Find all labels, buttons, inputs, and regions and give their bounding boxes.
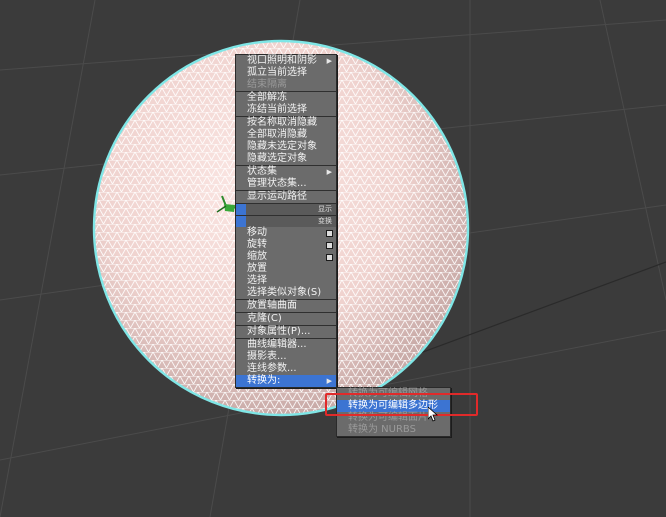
quad-label-transform: 变换 bbox=[236, 215, 336, 227]
settings-box-icon[interactable] bbox=[326, 254, 333, 261]
menu-item[interactable]: 对象属性(P)... bbox=[236, 326, 336, 338]
menu-item[interactable]: 孤立当前选择 bbox=[236, 67, 336, 79]
quad-label-text: 变换 bbox=[318, 217, 332, 225]
triangle-right-icon: ▶ bbox=[326, 57, 332, 65]
menu-item-label: 摄影表... bbox=[247, 351, 287, 362]
menu-item[interactable]: 转换为可编辑网格 bbox=[337, 388, 450, 400]
menu-item[interactable]: 显示运动路径 bbox=[236, 191, 336, 203]
menu-item[interactable]: 曲线编辑器... bbox=[236, 339, 336, 351]
menu-item[interactable]: 缩放 bbox=[236, 251, 336, 263]
menu-item-label: 转换为可编辑多边形 bbox=[348, 400, 438, 411]
menu-item-label: 孤立当前选择 bbox=[247, 67, 307, 78]
menu-item[interactable]: 结束隔离 bbox=[236, 79, 336, 91]
menu-item[interactable]: 选择 bbox=[236, 275, 336, 287]
menu-item-label: 旋转 bbox=[247, 239, 267, 250]
menu-item[interactable]: 克隆(C) bbox=[236, 313, 336, 325]
menu-item-label: 连线参数... bbox=[247, 363, 297, 374]
viewport[interactable]: 视口照明和阴影 ▶ 孤立当前选择 结束隔离全部解冻 冻结当前选择 按名称取消隐藏 全部取消隐… bbox=[0, 0, 666, 517]
settings-box-icon[interactable] bbox=[326, 230, 333, 237]
menu-item[interactable]: 按名称取消隐藏 bbox=[236, 117, 336, 129]
menu-item[interactable]: 冻结当前选择 bbox=[236, 104, 336, 116]
triangle-right-icon: ▶ bbox=[326, 377, 332, 385]
menu-item-label: 转换为 NURBS bbox=[348, 424, 416, 435]
menu-item-label: 转换为可编辑网格 bbox=[348, 388, 428, 399]
menu-item-label: 全部取消隐藏 bbox=[247, 129, 307, 140]
menu-item-label: 全部解冻 bbox=[247, 92, 287, 103]
menu-item[interactable]: 转换为 NURBS bbox=[337, 424, 450, 436]
menu-item-label: 移动 bbox=[247, 227, 267, 238]
menu-item-label: 转换为: bbox=[247, 375, 281, 386]
quad-label-display: 显示 bbox=[236, 203, 336, 215]
menu-item-label: 冻结当前选择 bbox=[247, 104, 307, 115]
menu-item[interactable]: 隐藏选定对象 bbox=[236, 153, 336, 165]
menu-item-label: 隐藏选定对象 bbox=[247, 153, 307, 164]
menu-item[interactable]: 隐藏未选定对象 bbox=[236, 141, 336, 153]
quad-menu: 视口照明和阴影 ▶ 孤立当前选择 结束隔离全部解冻 冻结当前选择 按名称取消隐藏 全部取消隐… bbox=[235, 54, 337, 388]
triangle-right-icon: ▶ bbox=[326, 168, 332, 176]
quad-tab bbox=[236, 216, 246, 227]
menu-item-label: 视口照明和阴影 bbox=[247, 55, 317, 66]
menu-item[interactable]: 转换为: ▶ bbox=[236, 375, 336, 387]
menu-item[interactable]: 摄影表... bbox=[236, 351, 336, 363]
menu-item[interactable]: 放置 bbox=[236, 263, 336, 275]
menu-item-label: 克隆(C) bbox=[247, 313, 282, 324]
menu-item-label: 隐藏未选定对象 bbox=[247, 141, 317, 152]
mouse-pointer-icon bbox=[428, 407, 438, 422]
menu-item-label: 选择 bbox=[247, 275, 267, 286]
menu-item-label: 放置轴曲面 bbox=[247, 300, 297, 311]
menu-item[interactable]: 全部解冻 bbox=[236, 92, 336, 104]
menu-item[interactable]: 放置轴曲面 bbox=[236, 300, 336, 312]
menu-item[interactable]: 连线参数... bbox=[236, 363, 336, 375]
menu-item[interactable]: 视口照明和阴影 ▶ bbox=[236, 55, 336, 67]
quad-label-text: 显示 bbox=[318, 205, 332, 213]
menu-item-label: 状态集 bbox=[247, 166, 277, 177]
menu-item-label: 曲线编辑器... bbox=[247, 339, 307, 350]
menu-item[interactable]: 管理状态集... bbox=[236, 178, 336, 190]
quad-tab bbox=[236, 204, 246, 215]
menu-item[interactable]: 选择类似对象(S) bbox=[236, 287, 336, 299]
menu-item-label: 缩放 bbox=[247, 251, 267, 262]
menu-item-label: 管理状态集... bbox=[247, 178, 307, 189]
menu-item[interactable]: 旋转 bbox=[236, 239, 336, 251]
menu-item-label: 结束隔离 bbox=[247, 79, 287, 90]
menu-item[interactable]: 状态集 ▶ bbox=[236, 166, 336, 178]
menu-item-label: 转换为可编辑面片 bbox=[348, 412, 428, 423]
menu-item-label: 按名称取消隐藏 bbox=[247, 117, 317, 128]
menu-item-label: 对象属性(P)... bbox=[247, 326, 311, 337]
menu-item-label: 选择类似对象(S) bbox=[247, 287, 322, 298]
menu-item-label: 显示运动路径 bbox=[247, 191, 307, 202]
menu-item-label: 放置 bbox=[247, 263, 267, 274]
menu-item[interactable]: 全部取消隐藏 bbox=[236, 129, 336, 141]
menu-item[interactable]: 移动 bbox=[236, 227, 336, 239]
settings-box-icon[interactable] bbox=[326, 242, 333, 249]
